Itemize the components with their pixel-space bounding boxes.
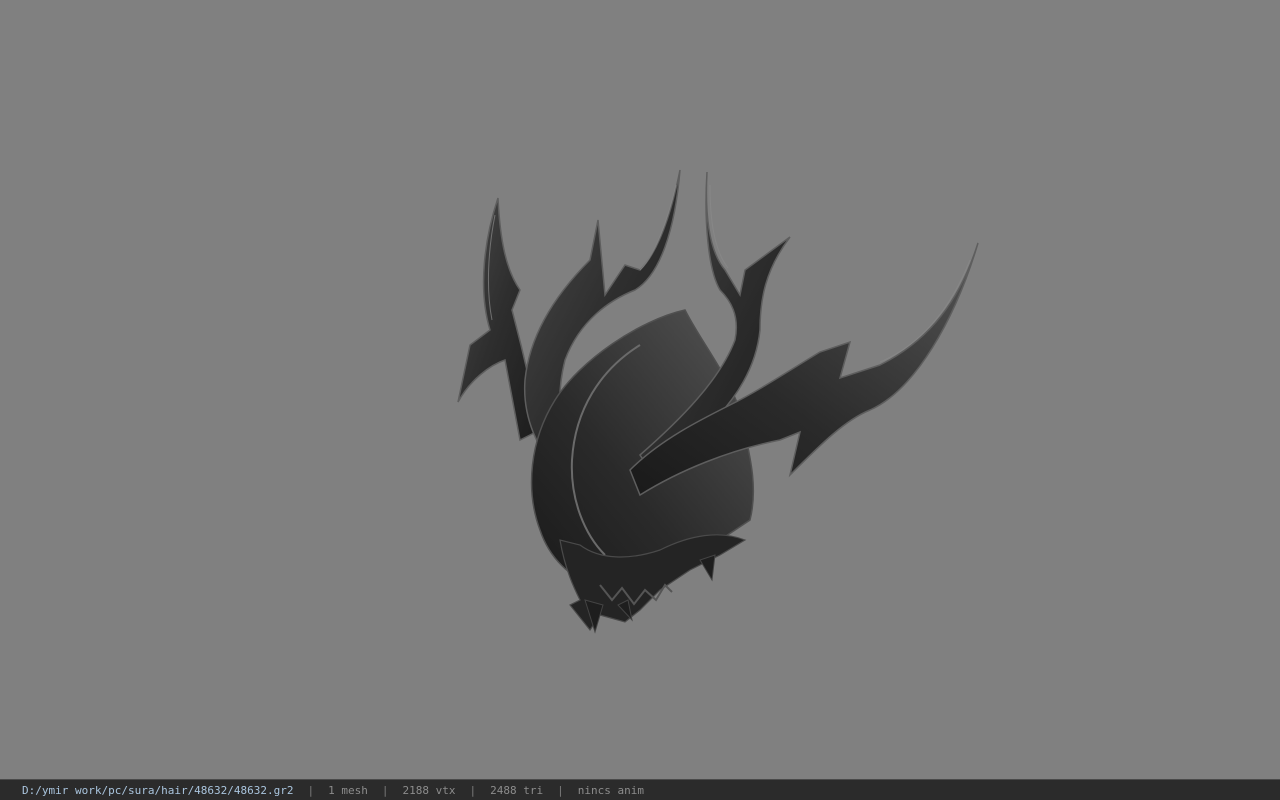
triangle-count: 2488 tri [490,783,544,797]
separator: | [469,783,477,797]
separator: | [381,783,389,797]
separator: | [307,783,315,797]
separator: | [557,783,564,797]
status-bar: D:/ymir work/pc/sura/hair/48632/48632.gr… [0,779,1280,800]
vertex-count: 2188 vtx [402,783,456,797]
spiked-helmet-model[interactable] [0,0,1280,779]
file-path: D:/ymir work/pc/sura/hair/48632/48632.gr… [22,783,294,797]
animation-status: nincs anim [577,783,644,797]
model-viewport[interactable] [0,0,1280,779]
mesh-count: 1 mesh [328,783,368,797]
